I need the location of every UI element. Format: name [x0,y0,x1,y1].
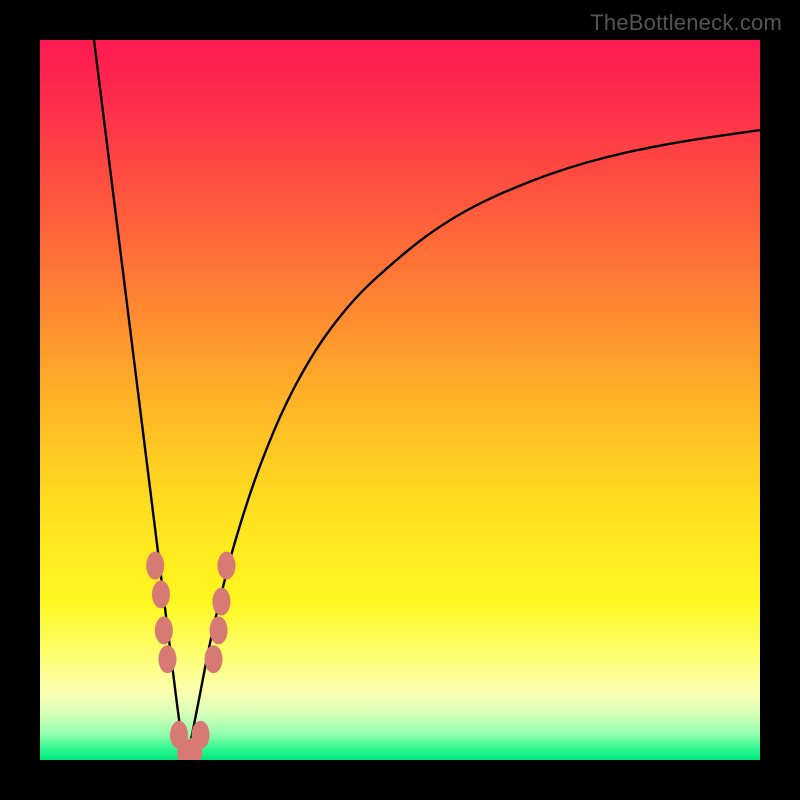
marker-dot [146,552,164,580]
marker-dot [205,645,223,673]
marker-dot [158,645,176,673]
chart-frame: TheBottleneck.com [0,0,800,800]
bottleneck-curve-right [186,130,760,760]
marker-dot [210,616,228,644]
plot-area [40,40,760,760]
curve-layer [40,40,760,760]
marker-group [146,552,235,760]
marker-dot [152,580,170,608]
marker-dot [155,616,173,644]
marker-dot [217,552,235,580]
marker-dot [192,721,210,749]
marker-dot [212,588,230,616]
watermark-text: TheBottleneck.com [590,10,782,36]
